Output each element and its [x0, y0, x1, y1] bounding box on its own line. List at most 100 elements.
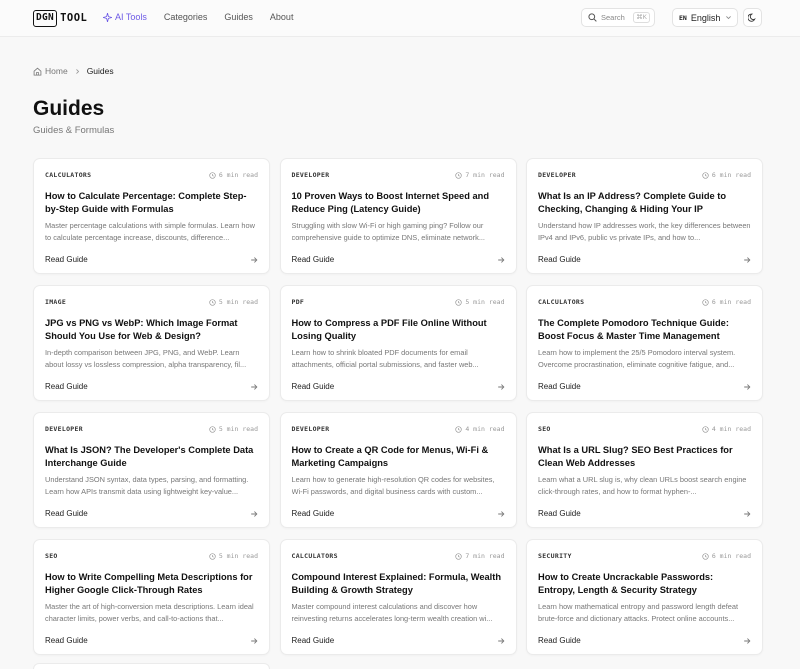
read-guide-link[interactable]: Read Guide — [292, 636, 335, 645]
guide-card[interactable]: PDF 5 min read How to Compress a PDF Fil… — [279, 285, 517, 401]
guide-card[interactable]: IMAGE 5 min read JPG vs PNG vs WebP: Whi… — [33, 285, 270, 401]
search-label: Search — [601, 13, 625, 22]
guide-card[interactable]: SEO 5 min read How to Write Compelling M… — [33, 539, 270, 655]
guide-card[interactable] — [33, 663, 270, 669]
card-description: Understand JSON syntax, data types, pars… — [45, 475, 249, 496]
read-guide-link[interactable]: Read Guide — [538, 636, 581, 645]
read-guide-link[interactable]: Read Guide — [45, 255, 88, 264]
read-guide-link[interactable]: Read Guide — [292, 382, 335, 391]
card-read-time: 5 min read — [209, 552, 258, 560]
card-header: DEVELOPER 7 min read — [292, 170, 505, 180]
read-guide-link[interactable]: Read Guide — [538, 255, 581, 264]
read-guide-link[interactable]: Read Guide — [538, 509, 581, 518]
language-label: English — [690, 12, 721, 23]
read-time-label: 5 min read — [218, 425, 258, 433]
card-footer: Read Guide — [45, 636, 258, 645]
read-guide-link[interactable]: Read Guide — [45, 382, 88, 391]
guide-card[interactable]: DEVELOPER 7 min read 10 Proven Ways to B… — [279, 158, 517, 274]
card-header: SECURITY 6 min read — [538, 551, 751, 561]
search-shortcut: ⌘K — [633, 12, 650, 23]
card-read-time: 5 min read — [209, 298, 258, 306]
card-title[interactable]: How to Create a QR Code for Menus, Wi-Fi… — [292, 444, 505, 470]
guide-card[interactable]: CALCULATORS 6 min read The Complete Pomo… — [526, 285, 763, 401]
card-title[interactable]: How to Compress a PDF File Online Withou… — [292, 317, 505, 343]
guide-card[interactable]: CALCULATORS 7 min read Compound Interest… — [279, 539, 517, 655]
nav-item-about[interactable]: About — [270, 12, 294, 22]
card-category: IMAGE — [45, 298, 67, 306]
guides-grid: CALCULATORS 6 min read How to Calculate … — [33, 158, 763, 655]
card-footer: Read Guide — [45, 382, 258, 391]
card-description: Struggling with slow Wi-Fi or high gamin… — [291, 221, 485, 242]
card-read-time: 5 min read — [455, 298, 505, 306]
card-title[interactable]: What Is JSON? The Developer's Complete D… — [45, 444, 258, 470]
card-header: DEVELOPER 6 min read — [538, 170, 751, 180]
card-title[interactable]: How to Calculate Percentage: Complete St… — [45, 190, 258, 216]
card-description: Learn what a URL slug is, why clean URLs… — [538, 475, 747, 496]
card-category: SEO — [45, 552, 58, 560]
nav-item-guides[interactable]: Guides — [224, 12, 253, 22]
read-guide-link[interactable]: Read Guide — [292, 509, 335, 518]
arrow-right-icon[interactable] — [497, 256, 505, 264]
card-footer: Read Guide — [538, 382, 751, 391]
arrow-right-icon[interactable] — [250, 637, 258, 645]
home-icon — [33, 67, 42, 76]
card-title[interactable]: What Is a URL Slug? SEO Best Practices f… — [538, 444, 751, 470]
nav-item-ai-tools[interactable]: AI Tools — [103, 12, 147, 22]
read-guide-link[interactable]: Read Guide — [538, 382, 581, 391]
arrow-right-icon[interactable] — [497, 510, 505, 518]
card-category: CALCULATORS — [538, 298, 585, 306]
card-footer: Read Guide — [538, 509, 751, 518]
guide-card[interactable]: DEVELOPER 5 min read What Is JSON? The D… — [33, 412, 270, 528]
card-title[interactable]: How to Create Uncrackable Passwords: Ent… — [538, 571, 751, 597]
card-title[interactable]: The Complete Pomodoro Technique Guide: B… — [538, 317, 751, 343]
card-read-time: 7 min read — [455, 552, 505, 560]
arrow-right-icon[interactable] — [250, 383, 258, 391]
read-time-label: 4 min read — [711, 425, 751, 433]
clock-icon — [702, 298, 709, 306]
clock-icon — [455, 171, 463, 179]
card-title[interactable]: 10 Proven Ways to Boost Internet Speed a… — [292, 190, 505, 216]
main-nav: AI Tools Categories Guides About — [103, 12, 310, 22]
guide-card[interactable]: SEO 4 min read What Is a URL Slug? SEO B… — [526, 412, 763, 528]
nav-item-categories[interactable]: Categories — [164, 12, 208, 22]
card-category: CALCULATORS — [291, 552, 338, 560]
breadcrumb-home[interactable]: Home — [33, 66, 68, 76]
card-read-time: 5 min read — [209, 425, 258, 433]
arrow-right-icon[interactable] — [250, 256, 258, 264]
card-read-time: 4 min read — [702, 425, 751, 433]
guide-card[interactable]: SECURITY 6 min read How to Create Uncrac… — [526, 539, 763, 655]
card-title[interactable]: What Is an IP Address? Complete Guide to… — [538, 190, 751, 216]
card-title[interactable]: JPG vs PNG vs WebP: Which Image Format S… — [45, 317, 258, 343]
search-button[interactable]: Search ⌘K — [581, 8, 655, 27]
arrow-right-icon[interactable] — [497, 637, 505, 645]
breadcrumb-current: Guides — [86, 66, 114, 76]
guide-card[interactable]: CALCULATORS 6 min read How to Calculate … — [33, 158, 270, 274]
card-category: DEVELOPER — [45, 425, 83, 433]
language-selector[interactable]: EN English — [672, 8, 738, 27]
card-footer: Read Guide — [538, 255, 751, 264]
card-description: Learn how to shrink bloated PDF document… — [291, 348, 479, 369]
card-read-time: 6 min read — [702, 298, 751, 306]
guide-card[interactable]: DEVELOPER 4 min read How to Create a QR … — [279, 412, 517, 528]
arrow-right-icon[interactable] — [743, 510, 751, 518]
arrow-right-icon[interactable] — [743, 256, 751, 264]
read-guide-link[interactable]: Read Guide — [45, 509, 88, 518]
card-title[interactable]: Compound Interest Explained: Formula, We… — [292, 571, 505, 597]
card-read-time: 4 min read — [455, 425, 505, 433]
card-title[interactable]: How to Write Compelling Meta Description… — [45, 571, 258, 597]
site-logo[interactable]: DGN TOOL — [33, 9, 87, 27]
arrow-right-icon[interactable] — [497, 383, 505, 391]
moon-icon — [748, 13, 756, 22]
card-category: SECURITY — [538, 552, 572, 560]
top-navigation-bar: DGN TOOL AI Tools Categories Guides Abou… — [0, 0, 800, 37]
theme-toggle-button[interactable] — [743, 8, 762, 27]
arrow-right-icon[interactable] — [743, 383, 751, 391]
card-header: SEO 5 min read — [45, 551, 258, 561]
card-read-time: 6 min read — [209, 171, 258, 179]
read-guide-link[interactable]: Read Guide — [292, 255, 335, 264]
read-guide-link[interactable]: Read Guide — [45, 636, 88, 645]
guide-card[interactable]: DEVELOPER 6 min read What Is an IP Addre… — [526, 158, 763, 274]
arrow-right-icon[interactable] — [743, 637, 751, 645]
arrow-right-icon[interactable] — [250, 510, 258, 518]
card-header: CALCULATORS 6 min read — [538, 297, 751, 307]
